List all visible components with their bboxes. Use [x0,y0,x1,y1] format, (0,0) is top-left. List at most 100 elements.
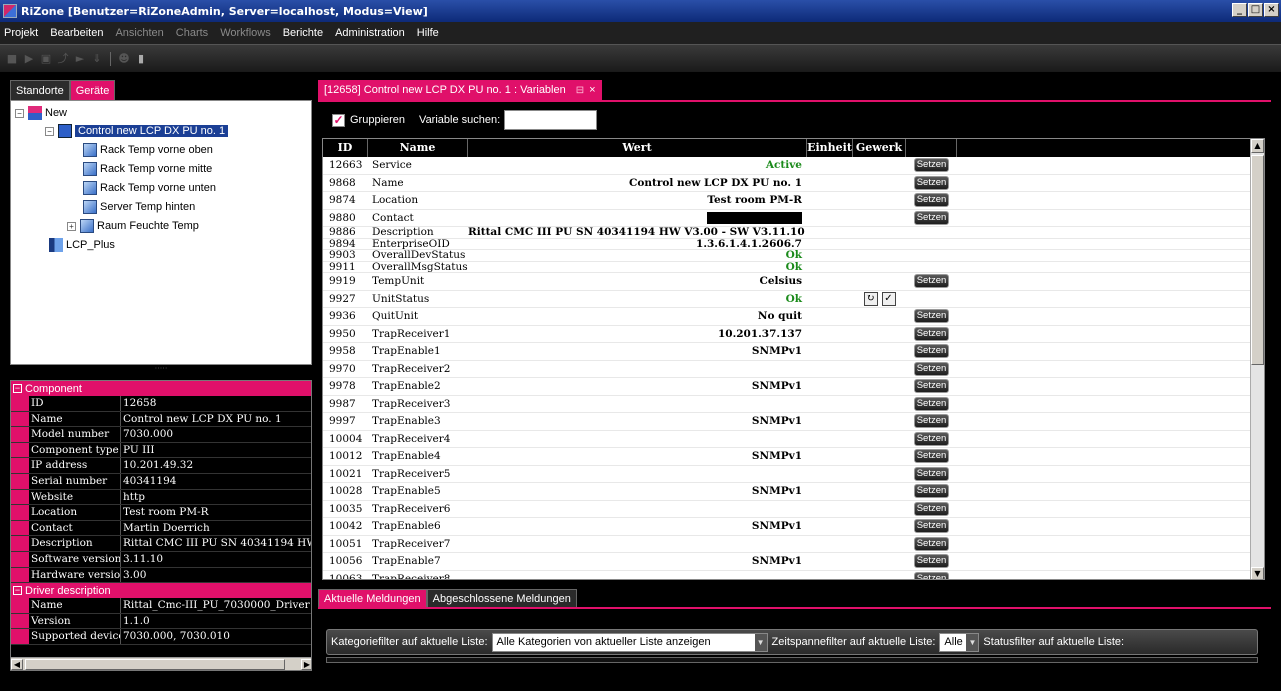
setzen-button[interactable]: Setzen [913,396,950,411]
scroll-thumb[interactable] [1251,155,1264,365]
time-filter-select[interactable]: Alle ▼ [939,632,980,652]
tree-node-device[interactable]: − Control new LCP DX PU no. 1 [45,122,229,140]
table-row[interactable]: 10021 TrapReceiver5 Setzen [323,466,1252,483]
column-einheit[interactable]: Einheit [807,139,853,157]
category-filter-select[interactable]: Alle Kategorien von aktueller Liste anze… [491,632,768,652]
menu-projekt[interactable]: Projekt [4,27,38,39]
driver-property-row[interactable]: Version 1.1.0 [11,613,311,630]
component-property-row[interactable]: Hardware version 3.00 [11,567,311,584]
tab-geraete[interactable]: Geräte [69,80,116,100]
setzen-button[interactable]: Setzen [913,431,950,446]
confirm-checkbox-icon[interactable]: ✓ [881,291,896,306]
tree-node-lcp-plus[interactable]: LCP_Plus [49,236,115,254]
menu-hilfe[interactable]: Hilfe [417,27,439,39]
tab-current-messages[interactable]: Aktuelle Meldungen [318,589,427,607]
forward-icon[interactable]: ► [74,52,86,65]
table-row[interactable]: 9936 QuitUnit No quit Setzen [323,308,1252,326]
component-property-row[interactable]: Description Rittal CMC III PU SN 40341194… [11,536,311,552]
column-wert[interactable]: Wert [468,139,807,157]
table-row[interactable]: 9970 TrapReceiver2 Setzen [323,361,1252,378]
table-row[interactable]: 9958 TrapEnable1 SNMPv1 Setzen [323,343,1252,361]
table-row[interactable]: 9978 TrapEnable2 SNMPv1 Setzen [323,378,1252,396]
tree-node-sensor[interactable]: Rack Temp vorne mitte [83,160,212,178]
setzen-button[interactable]: Setzen [913,309,950,324]
component-property-row[interactable]: Component type PU III [11,442,311,459]
menu-bearbeiten[interactable]: Bearbeiten [50,27,103,39]
collapse-icon[interactable]: − [15,108,24,118]
setzen-button[interactable]: Setzen [913,414,950,429]
section-component[interactable]: − Component [11,381,311,396]
table-row[interactable]: 9919 TempUnit Celsius Setzen [323,273,1252,291]
menu-administration[interactable]: Administration [335,27,405,39]
setzen-button[interactable]: Setzen [913,536,950,551]
open-folder-icon[interactable]: ▶ [23,52,35,65]
component-property-row[interactable]: Location Test room PM-R [11,505,311,521]
table-row[interactable]: 10063 TrapReceiver8 Setzen [323,571,1252,579]
table-row[interactable]: 9927 UnitStatus Ok ↻ ✓ [323,291,1252,308]
component-property-row[interactable]: Name Control new LCP DX PU no. 1 [11,411,311,428]
table-row[interactable]: 9880 Contact Setzen [323,210,1252,227]
table-row[interactable]: 9868 Name Control new LCP DX PU no. 1 Setze… [323,175,1252,192]
table-row[interactable]: 9950 TrapReceiver1 10.201.37.137 Setzen [323,326,1252,343]
messages-scrollbar[interactable] [326,657,1258,663]
component-property-row[interactable]: Website http [11,489,311,506]
menu-ansichten[interactable]: Ansichten [115,27,163,39]
variable-search-input[interactable] [504,110,598,130]
component-property-row[interactable]: Software version 3.11.10 [11,551,311,568]
link-icon[interactable]: ⤴ [57,52,69,65]
maximize-button[interactable]: □ [1248,3,1263,17]
section-driver[interactable]: − Driver description [11,583,311,599]
driver-property-row[interactable]: Supported devices 7030.000, 7030.010 [11,629,311,645]
menu-charts[interactable]: Charts [176,27,208,39]
collapse-icon[interactable]: − [13,384,22,393]
setzen-button[interactable]: Setzen [913,501,950,516]
table-row[interactable]: 10035 TrapReceiver6 Setzen [323,501,1252,518]
setzen-button[interactable]: Setzen [913,158,950,173]
column-id[interactable]: ID [323,139,368,157]
setzen-button[interactable]: Setzen [913,519,950,534]
table-row[interactable]: 10051 TrapReceiver7 Setzen [323,536,1252,553]
table-row[interactable]: 9997 TrapEnable3 SNMPv1 Setzen [323,413,1252,431]
tree-node-sensor[interactable]: Rack Temp vorne unten [83,179,216,197]
dropdown-arrow-icon[interactable]: ▼ [966,633,979,651]
tree-node-root[interactable]: − New [15,104,67,122]
import-icon[interactable]: ⇓ [91,52,103,65]
float-window-icon[interactable]: ⊟ [576,85,584,96]
component-property-row[interactable]: Serial number 40341194 [11,473,311,490]
component-property-row[interactable]: Model number 7030.000 [11,427,311,443]
setzen-button[interactable]: Setzen [913,344,950,359]
driver-property-row[interactable]: Name Rittal_Cmc-III_PU_7030000_Driver [11,598,311,614]
table-row[interactable]: 12663 Service Active Setzen [323,157,1252,175]
save-icon[interactable]: ▣ [40,52,52,65]
setzen-button[interactable]: Setzen [913,449,950,464]
tree-node-sensor[interactable]: + Raum Feuchte Temp [67,217,199,235]
minimize-button[interactable]: _ [1232,3,1247,17]
scroll-thumb[interactable] [25,659,285,670]
setzen-button[interactable]: Setzen [913,379,950,394]
component-property-row[interactable]: Contact Martin Doerrich [11,520,311,537]
scroll-down-icon[interactable]: ▼ [1251,567,1264,579]
horizontal-scrollbar[interactable]: ◀ ▶ [11,657,311,670]
acknowledge-icon[interactable]: ↻ [863,291,878,306]
group-checkbox[interactable]: ✓ [332,113,345,127]
menu-berichte[interactable]: Berichte [283,27,323,39]
table-row[interactable]: 10056 TrapEnable7 SNMPv1 Setzen [323,553,1252,571]
vertical-scrollbar[interactable]: ▲ ▼ [1250,139,1264,579]
expand-icon[interactable]: + [67,221,76,231]
scroll-left-icon[interactable]: ◀ [11,659,23,670]
table-row[interactable]: 10028 TrapEnable5 SNMPv1 Setzen [323,483,1252,501]
setzen-button[interactable]: Setzen [913,554,950,569]
tree-node-sensor[interactable]: Server Temp hinten [83,198,195,216]
tab-standorte[interactable]: Standorte [10,80,70,100]
scroll-right-icon[interactable]: ▶ [301,659,311,670]
setzen-button[interactable]: Setzen [913,210,950,225]
menu-workflows[interactable]: Workflows [220,27,271,39]
setzen-button[interactable]: Setzen [913,361,950,376]
table-row[interactable]: 10004 TrapReceiver4 Setzen [323,431,1252,448]
close-button[interactable]: × [1264,3,1279,17]
setzen-button[interactable]: Setzen [913,484,950,499]
user-icon[interactable]: ☻ [118,52,130,65]
setzen-button[interactable]: Setzen [913,326,950,341]
table-row[interactable]: 9874 Location Test room PM-R Setzen [323,192,1252,210]
dropdown-arrow-icon[interactable]: ▼ [754,633,767,651]
